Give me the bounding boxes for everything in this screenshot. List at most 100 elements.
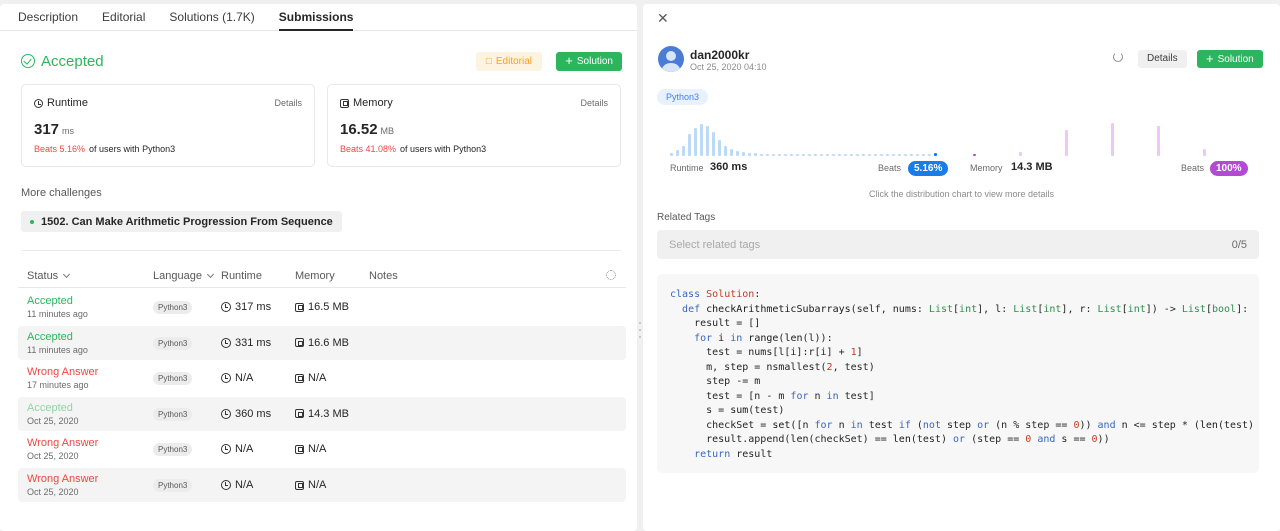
memory-chip-icon	[295, 480, 304, 490]
runtime-distribution-bar	[934, 153, 937, 156]
table-row[interactable]: Wrong Answer Oct 25, 2020 Python3 N/A N/A	[18, 432, 626, 466]
solution-button[interactable]: + Solution	[556, 51, 622, 71]
memory-value: 16.52	[340, 121, 378, 138]
solution-button-label: Solution	[576, 55, 613, 67]
runtime-distribution-bar	[910, 154, 913, 156]
runtime-distribution-bar	[898, 154, 901, 156]
close-icon[interactable]: ✕	[657, 11, 669, 25]
runtime-distribution-bar	[796, 154, 799, 156]
runtime-cell: N/A	[221, 443, 253, 455]
challenge-chip[interactable]: 1502. Can Make Arithmetic Progression Fr…	[21, 211, 342, 232]
runtime-distribution-bar	[862, 154, 865, 156]
runtime-distribution-bar	[736, 151, 739, 156]
editorial-button[interactable]: □ Editorial	[475, 51, 542, 71]
memory-distribution-chart[interactable]	[973, 116, 1233, 156]
details-button[interactable]: Details	[1138, 50, 1187, 68]
runtime-distribution-bar	[730, 149, 733, 156]
memory-beats-label: Beats	[1181, 163, 1205, 173]
memory-text: N/A	[308, 372, 327, 385]
username[interactable]: dan2000kr	[690, 48, 749, 62]
status-column-header[interactable]: Status	[27, 270, 71, 282]
runtime-cell: 331 ms	[221, 337, 271, 349]
avatar[interactable]	[658, 46, 684, 72]
memory-column-header: Memory	[295, 270, 335, 282]
runtime-text: N/A	[235, 479, 254, 491]
memory-unit: MB	[380, 126, 395, 136]
memory-distribution-bar	[1157, 126, 1160, 156]
runtime-distribution-bar	[826, 154, 829, 156]
runtime-distribution-bar	[820, 154, 823, 156]
plus-icon: +	[565, 53, 573, 68]
memory-chip-icon	[295, 373, 304, 383]
related-tags-input[interactable]: Select related tags 0/5	[657, 230, 1259, 259]
submission-time: 11 minutes ago	[27, 309, 88, 319]
runtime-distribution-bar	[874, 154, 877, 156]
table-row[interactable]: Accepted 11 minutes ago Python3 331 ms 16.6 …	[18, 325, 626, 360]
left-panel: Description Editorial Solutions (1.7K) S…	[0, 4, 637, 531]
runtime-cell: 317 ms	[221, 301, 271, 313]
runtime-text: 360 ms	[235, 407, 272, 420]
share-icon[interactable]	[1113, 52, 1123, 62]
runtime-distribution-bar	[790, 154, 793, 156]
submission-status[interactable]: Accepted	[27, 295, 88, 307]
runtime-distribution-bar	[880, 154, 883, 156]
submission-status[interactable]: Wrong Answer	[27, 437, 98, 449]
tab-submissions[interactable]: Submissions	[278, 4, 353, 31]
table-row[interactable]: Accepted 11 minutes ago Python3 317 ms 16.5 …	[18, 290, 626, 324]
runtime-distribution-bar	[922, 154, 925, 156]
tab-editorial[interactable]: Editorial	[102, 4, 145, 30]
language-column-header[interactable]: Language	[153, 270, 214, 282]
clock-icon	[221, 373, 231, 384]
runtime-cell: 360 ms	[221, 408, 271, 420]
language-badge: Python3	[153, 479, 193, 492]
runtime-value: 360 ms	[710, 161, 748, 173]
runtime-card-label: Runtime	[47, 97, 88, 109]
submission-status[interactable]: Wrong Answer	[27, 473, 98, 485]
runtime-text: 317 ms	[235, 301, 272, 313]
tab-description[interactable]: Description	[18, 4, 78, 30]
memory-text: 16.6 MB	[308, 336, 349, 349]
language-header-label: Language	[153, 270, 202, 282]
memory-card-label: Memory	[353, 97, 393, 109]
table-row[interactable]: Wrong Answer Oct 25, 2020 Python3 N/A N/A	[18, 468, 626, 502]
memory-value: 14.3 MB	[1011, 161, 1053, 173]
status-cell: Accepted 11 minutes ago	[27, 331, 88, 355]
table-row[interactable]: Wrong Answer 17 minutes ago Python3 N/A N/A	[18, 361, 626, 395]
runtime-distribution-bar	[700, 124, 703, 156]
code-block[interactable]: class Solution: def checkArithmeticSubar…	[657, 274, 1259, 473]
runtime-distribution-bar	[706, 126, 709, 156]
submission-status[interactable]: Accepted	[27, 402, 79, 414]
status-cell: Accepted Oct 25, 2020	[27, 402, 79, 426]
clock-icon	[221, 408, 231, 419]
runtime-distribution-bar	[724, 146, 727, 156]
submission-status[interactable]: Wrong Answer	[27, 366, 98, 378]
more-challenges-label: More challenges	[21, 187, 102, 199]
runtime-distribution-bar	[868, 154, 871, 156]
submission-date: Oct 25, 2020 04:10	[690, 62, 767, 72]
panel-resize-handle[interactable]	[638, 322, 642, 338]
result-status: Accepted	[41, 52, 104, 70]
memory-cell: N/A	[295, 372, 326, 384]
related-tags-label: Related Tags	[657, 212, 716, 223]
solution-button[interactable]: + Solution	[1197, 50, 1263, 68]
notes-column-header: Notes	[369, 270, 398, 282]
runtime-details-link[interactable]: Details	[274, 98, 302, 108]
memory-details-link[interactable]: Details	[580, 98, 608, 108]
tab-solutions[interactable]: Solutions (1.7K)	[169, 4, 254, 30]
runtime-column-header: Runtime	[221, 270, 262, 282]
gear-icon[interactable]	[606, 270, 616, 280]
memory-beats-text: of users with Python3	[400, 144, 487, 154]
runtime-distribution-chart[interactable]	[670, 116, 946, 156]
submission-time: 17 minutes ago	[27, 380, 89, 391]
language-badge: Python3	[657, 89, 709, 105]
memory-card[interactable]: Memory Details 16.52 MB Beats 41.08% of us…	[327, 84, 621, 167]
submission-status[interactable]: Accepted	[27, 331, 88, 343]
status-header-label: Status	[27, 270, 59, 282]
runtime-card[interactable]: Runtime Details 317 ms Beats 5.16% of user…	[21, 84, 315, 167]
runtime-distribution-bar	[712, 132, 715, 156]
submission-time: Oct 25, 2020	[27, 415, 79, 426]
challenge-title: 1502. Can Make Arithmetic Progression Fr…	[41, 215, 333, 228]
memory-chip-icon	[295, 444, 304, 454]
plus-icon: +	[1206, 51, 1214, 66]
table-row[interactable]: Accepted Oct 25, 2020 Python3 360 ms 14.3 MB	[18, 396, 626, 431]
